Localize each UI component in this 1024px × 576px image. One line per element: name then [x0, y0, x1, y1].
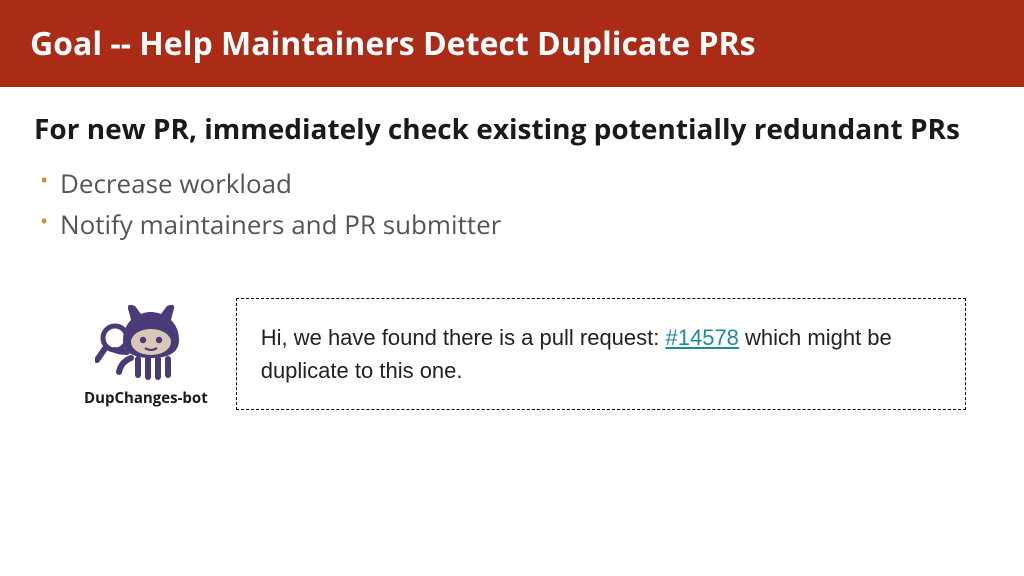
slide-title: Goal -- Help Maintainers Detect Duplicat… — [30, 22, 756, 65]
bullet-item: Decrease workload — [36, 163, 990, 203]
bot-figure: DupChanges-bot — [84, 302, 208, 408]
bot-message-box: Hi, we have found there is a pull reques… — [236, 298, 966, 410]
bullet-item: Notify maintainers and PR submitter — [36, 204, 990, 244]
bot-message-prefix: Hi, we have found there is a pull reques… — [261, 325, 666, 350]
bot-comment-area: DupChanges-bot Hi, we have found there i… — [34, 298, 990, 410]
bot-label: DupChanges-bot — [84, 388, 208, 408]
slide-title-bar: Goal -- Help Maintainers Detect Duplicat… — [0, 0, 1024, 87]
octocat-magnifier-icon — [95, 302, 197, 384]
pr-link[interactable]: #14578 — [666, 325, 739, 350]
bullet-list: Decrease workload Notify maintainers and… — [36, 163, 990, 244]
slide-content: For new PR, immediately check existing p… — [0, 87, 1024, 410]
slide-subtitle: For new PR, immediately check existing p… — [34, 111, 990, 147]
